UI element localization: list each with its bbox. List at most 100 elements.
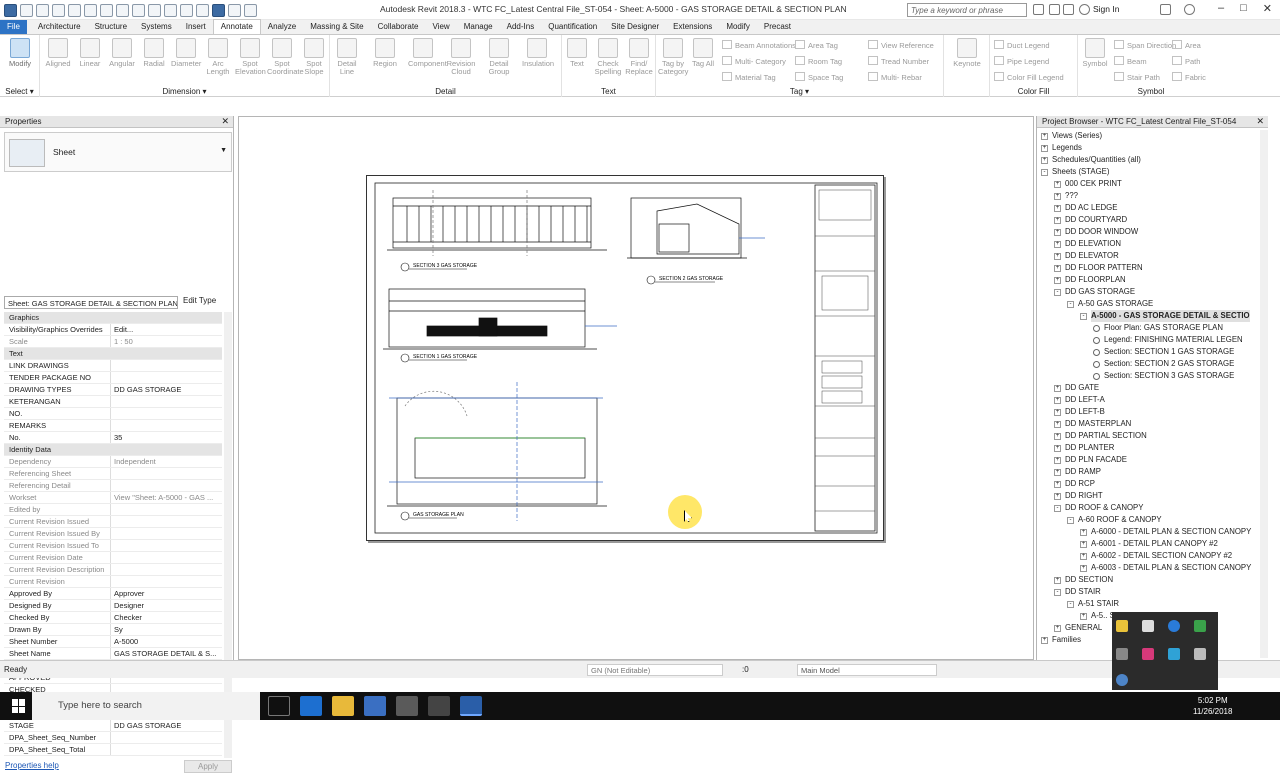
expand-icon[interactable]: +: [1080, 552, 1087, 560]
property-value[interactable]: [111, 504, 222, 515]
check-spelling-button[interactable]: Check Spelling: [593, 38, 623, 76]
property-row[interactable]: Current Revision Issued To: [4, 540, 222, 552]
media-tray-icon[interactable]: [1142, 648, 1154, 660]
binoculars-icon[interactable]: [1033, 4, 1044, 15]
property-row[interactable]: Drawn By Sy: [4, 624, 222, 636]
expand-icon[interactable]: +: [1054, 276, 1061, 284]
color-fill-legend-button[interactable]: Color Fill Legend: [994, 72, 1064, 82]
browser-node[interactable]: + DD RIGHT: [1041, 490, 1261, 502]
dimension-icon[interactable]: [132, 3, 145, 17]
collapse-icon[interactable]: -: [1067, 300, 1074, 308]
usb-tray-icon[interactable]: [1142, 620, 1154, 632]
open-icon[interactable]: [20, 3, 33, 17]
span-direction-button[interactable]: Span Direction: [1114, 40, 1176, 50]
property-section[interactable]: Text: [4, 348, 222, 360]
property-row[interactable]: Current Revision Issued: [4, 516, 222, 528]
browser-node[interactable]: + A-6001 - DETAIL PLAN CANOPY #2: [1041, 538, 1261, 550]
area-button[interactable]: Area: [1172, 40, 1201, 50]
tab-quantification[interactable]: Quantification: [541, 20, 604, 34]
browser-node[interactable]: + DD PLN FACADE: [1041, 454, 1261, 466]
property-row[interactable]: No. 35: [4, 432, 222, 444]
sync-icon[interactable]: [52, 3, 65, 17]
expand-icon[interactable]: +: [1080, 528, 1087, 536]
property-row[interactable]: Sheet Number A-5000: [4, 636, 222, 648]
expand-icon[interactable]: +: [1054, 468, 1061, 476]
room-tag-button[interactable]: Room Tag: [795, 56, 842, 66]
browser-node[interactable]: - DD GAS STORAGE: [1041, 286, 1261, 298]
view-reference-button[interactable]: View Reference: [868, 40, 934, 50]
property-row[interactable]: NO.: [4, 408, 222, 420]
property-value[interactable]: [111, 744, 222, 755]
property-value[interactable]: [111, 732, 222, 743]
browser-node[interactable]: + DD ELEVATION: [1041, 238, 1261, 250]
expand-icon[interactable]: +: [1041, 144, 1048, 152]
tab-add-ins[interactable]: Add-Ins: [500, 20, 542, 34]
property-row[interactable]: Sheet Name GAS STORAGE DETAIL & S...: [4, 648, 222, 660]
dimension-group-label[interactable]: Dimension ▾: [40, 87, 329, 96]
expand-icon[interactable]: +: [1080, 612, 1087, 620]
browser-node[interactable]: - A-51 STAIR: [1041, 598, 1261, 610]
close-hidden-icon[interactable]: [228, 3, 241, 17]
property-row[interactable]: Edited by: [4, 504, 222, 516]
tab-analyze[interactable]: Analyze: [261, 20, 303, 34]
space-tag-button[interactable]: Space Tag: [795, 72, 843, 82]
spot-slope-button[interactable]: Spot Slope: [299, 38, 329, 76]
property-row[interactable]: Designed By Designer: [4, 600, 222, 612]
favorites-icon[interactable]: [1063, 4, 1074, 15]
cloud-tray-icon[interactable]: [1194, 648, 1206, 660]
mail-icon[interactable]: [396, 696, 418, 716]
insulation-button[interactable]: Insulation: [522, 38, 554, 68]
tab-insert[interactable]: Insert: [179, 20, 213, 34]
angular-button[interactable]: Angular: [107, 38, 137, 68]
expand-icon[interactable]: +: [1054, 492, 1061, 500]
property-row[interactable]: Current Revision Description: [4, 564, 222, 576]
property-value[interactable]: A-5000: [111, 636, 222, 647]
browser-node[interactable]: + DD SECTION: [1041, 574, 1261, 586]
expand-icon[interactable]: +: [1080, 540, 1087, 548]
edge-icon[interactable]: [300, 696, 322, 716]
expand-icon[interactable]: +: [1054, 576, 1061, 584]
collapse-icon[interactable]: -: [1067, 600, 1074, 608]
revit-logo-icon[interactable]: [4, 3, 17, 17]
stair-path-button[interactable]: Stair Path: [1114, 72, 1160, 82]
instance-selector[interactable]: Sheet: GAS STORAGE DETAIL & SECTION PLAN: [4, 296, 178, 309]
collapse-icon[interactable]: -: [1080, 312, 1087, 320]
path-button[interactable]: Path: [1172, 56, 1200, 66]
subscription-icon[interactable]: [1049, 4, 1060, 15]
browser-node[interactable]: +???: [1041, 190, 1261, 202]
text-button[interactable]: Text: [562, 38, 592, 68]
browser-node[interactable]: +000 CEK PRINT: [1041, 178, 1261, 190]
maximize-icon[interactable]: □: [1240, 2, 1247, 15]
revit-taskbar-icon[interactable]: [460, 696, 482, 716]
type-selector[interactable]: Sheet ▼: [4, 132, 232, 172]
symbol-button[interactable]: Symbol: [1080, 38, 1110, 68]
skype-tray-icon[interactable]: [1116, 674, 1128, 686]
property-value[interactable]: [111, 420, 222, 431]
design-option-selector[interactable]: Main Model: [797, 664, 937, 676]
property-row[interactable]: Workset View "Sheet: A-5000 - GAS ...: [4, 492, 222, 504]
expand-icon[interactable]: +: [1054, 456, 1061, 464]
property-row[interactable]: Referencing Sheet: [4, 468, 222, 480]
text-icon[interactable]: [164, 3, 177, 17]
property-value[interactable]: [111, 480, 222, 491]
component-button[interactable]: Component: [408, 38, 447, 68]
property-row[interactable]: Current Revision Issued By: [4, 528, 222, 540]
property-value[interactable]: [111, 576, 222, 587]
thin-lines-icon[interactable]: [212, 3, 225, 17]
property-value[interactable]: Designer: [111, 600, 222, 611]
sign-in-link[interactable]: Sign In: [1093, 4, 1119, 14]
browser-node[interactable]: Section: SECTION 1 GAS STORAGE: [1041, 346, 1261, 358]
property-value[interactable]: [111, 408, 222, 419]
property-row[interactable]: Referencing Detail: [4, 480, 222, 492]
browser-node[interactable]: Legend: FINISHING MATERIAL LEGEN: [1041, 334, 1261, 346]
browser-node[interactable]: + DD ELEVATOR: [1041, 250, 1261, 262]
property-row[interactable]: REMARKS: [4, 420, 222, 432]
task-view-icon[interactable]: [268, 696, 290, 716]
property-row[interactable]: Approved By Approver: [4, 588, 222, 600]
file-explorer-icon[interactable]: [332, 696, 354, 716]
property-row[interactable]: Scale 1 : 50: [4, 336, 222, 348]
spot-elevation-button[interactable]: Spot Elevation: [235, 38, 266, 76]
apply-button[interactable]: Apply: [184, 760, 232, 773]
tag-all-button[interactable]: Tag All: [688, 38, 718, 68]
expand-icon[interactable]: +: [1080, 564, 1087, 572]
